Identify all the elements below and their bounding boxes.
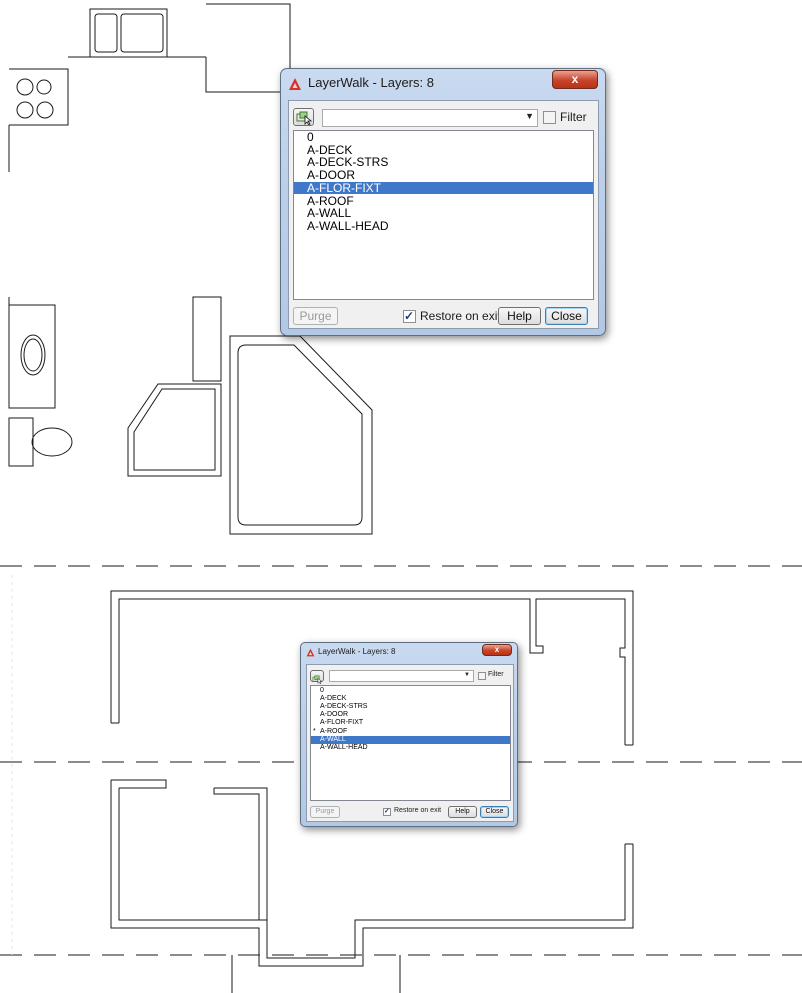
filter-label: Filter: [488, 671, 504, 678]
restore-on-exit-checkbox[interactable]: ✓: [403, 309, 416, 323]
autocad-logo-icon: [306, 648, 315, 657]
help-button[interactable]: Help: [448, 806, 477, 818]
restore-on-exit-label: Restore on exit: [420, 309, 501, 323]
select-objects-icon: [296, 111, 313, 126]
close-window-button[interactable]: x: [552, 70, 598, 89]
layer-name: A-WALL-HEAD: [320, 743, 368, 751]
current-layer-marker: *: [313, 727, 316, 735]
close-icon: x: [494, 645, 500, 654]
close-button[interactable]: Close: [480, 806, 509, 818]
dialog-title: LayerWalk - Layers: 8: [308, 75, 434, 90]
layer-name: A-DECK-STRS: [320, 703, 368, 711]
dialog-client-area: ▼ Filter 0 A-DECK A-DECK-STRS A-DOOR A-FLOR-…: [306, 664, 514, 822]
select-objects-button[interactable]: [310, 670, 324, 685]
chevron-down-icon: ▼: [525, 111, 534, 121]
help-button[interactable]: Help: [498, 307, 541, 325]
layer-name: A-WALL: [320, 735, 346, 743]
layer-name: A-DOOR: [320, 711, 348, 719]
close-button[interactable]: Close: [545, 307, 588, 325]
layer-list[interactable]: 0 A-DECK A-DECK-STRS A-DOOR A-FLOR-FIXT A-ROO…: [293, 130, 594, 300]
layer-name: A-DECK: [320, 695, 347, 703]
layer-list[interactable]: 0 A-DECK A-DECK-STRS A-DOOR A-FLOR-FIXT * A-RO…: [310, 685, 511, 801]
kitchen-sink: [89, 8, 168, 58]
checkmark-icon: ✓: [384, 808, 390, 815]
close-window-button[interactable]: x: [482, 644, 512, 656]
select-objects-icon: [312, 675, 323, 685]
layer-list-item[interactable]: * A-ROOF: [311, 728, 510, 736]
checkmark-icon: ✓: [404, 309, 415, 323]
purge-button[interactable]: Purge: [293, 307, 338, 325]
layer-name: 0: [320, 687, 324, 694]
title-bar[interactable]: LayerWalk - Layers: 8 x: [301, 643, 517, 661]
purge-button[interactable]: Purge: [310, 806, 340, 818]
layerwalk-dialog: LayerWalk - Layers: 8 x ▼ Filter 0 A-DECK…: [280, 68, 606, 336]
layer-filter-dropdown[interactable]: ▼: [329, 670, 474, 682]
range-burners: [16, 78, 54, 119]
title-bar[interactable]: LayerWalk - Layers: 8 x: [281, 69, 605, 97]
select-objects-button[interactable]: [293, 108, 314, 126]
dialog-client-area: ▼ Filter 0 A-DECK A-DECK-STRS A-DOOR A-FLOR-…: [288, 100, 599, 329]
chevron-down-icon: ▼: [464, 672, 470, 678]
layer-list-item[interactable]: A-DECK: [311, 695, 510, 703]
filter-checkbox[interactable]: [478, 672, 486, 680]
layer-list-item[interactable]: A-WALL: [311, 735, 510, 744]
layer-list-item[interactable]: A-WALL-HEAD: [294, 220, 593, 233]
layer-name: A-WALL-HEAD: [307, 218, 389, 233]
layer-list-item[interactable]: A-FLOR-FIXT: [311, 719, 510, 727]
layer-list-item[interactable]: A-DOOR: [311, 711, 510, 719]
layerwalk-dialog-small: LayerWalk - Layers: 8 x ▼ Filter 0 A-DECK…: [300, 642, 518, 827]
layer-name: A-ROOF: [320, 727, 348, 735]
layer-filter-dropdown[interactable]: ▼: [322, 109, 538, 127]
autocad-logo-icon: [289, 78, 301, 90]
layer-list-item[interactable]: A-WALL-HEAD: [311, 744, 510, 752]
layer-name: A-FLOR-FIXT: [320, 719, 364, 727]
layer-list-item[interactable]: 0: [311, 687, 510, 695]
filter-checkbox[interactable]: [543, 111, 556, 124]
close-icon: x: [571, 72, 579, 86]
layer-list-item[interactable]: A-DECK-STRS: [311, 703, 510, 711]
dialog-title: LayerWalk - Layers: 8: [318, 647, 396, 656]
filter-label: Filter: [560, 110, 587, 124]
restore-on-exit-checkbox[interactable]: ✓: [383, 808, 391, 816]
restore-on-exit-label: Restore on exit: [394, 807, 442, 814]
